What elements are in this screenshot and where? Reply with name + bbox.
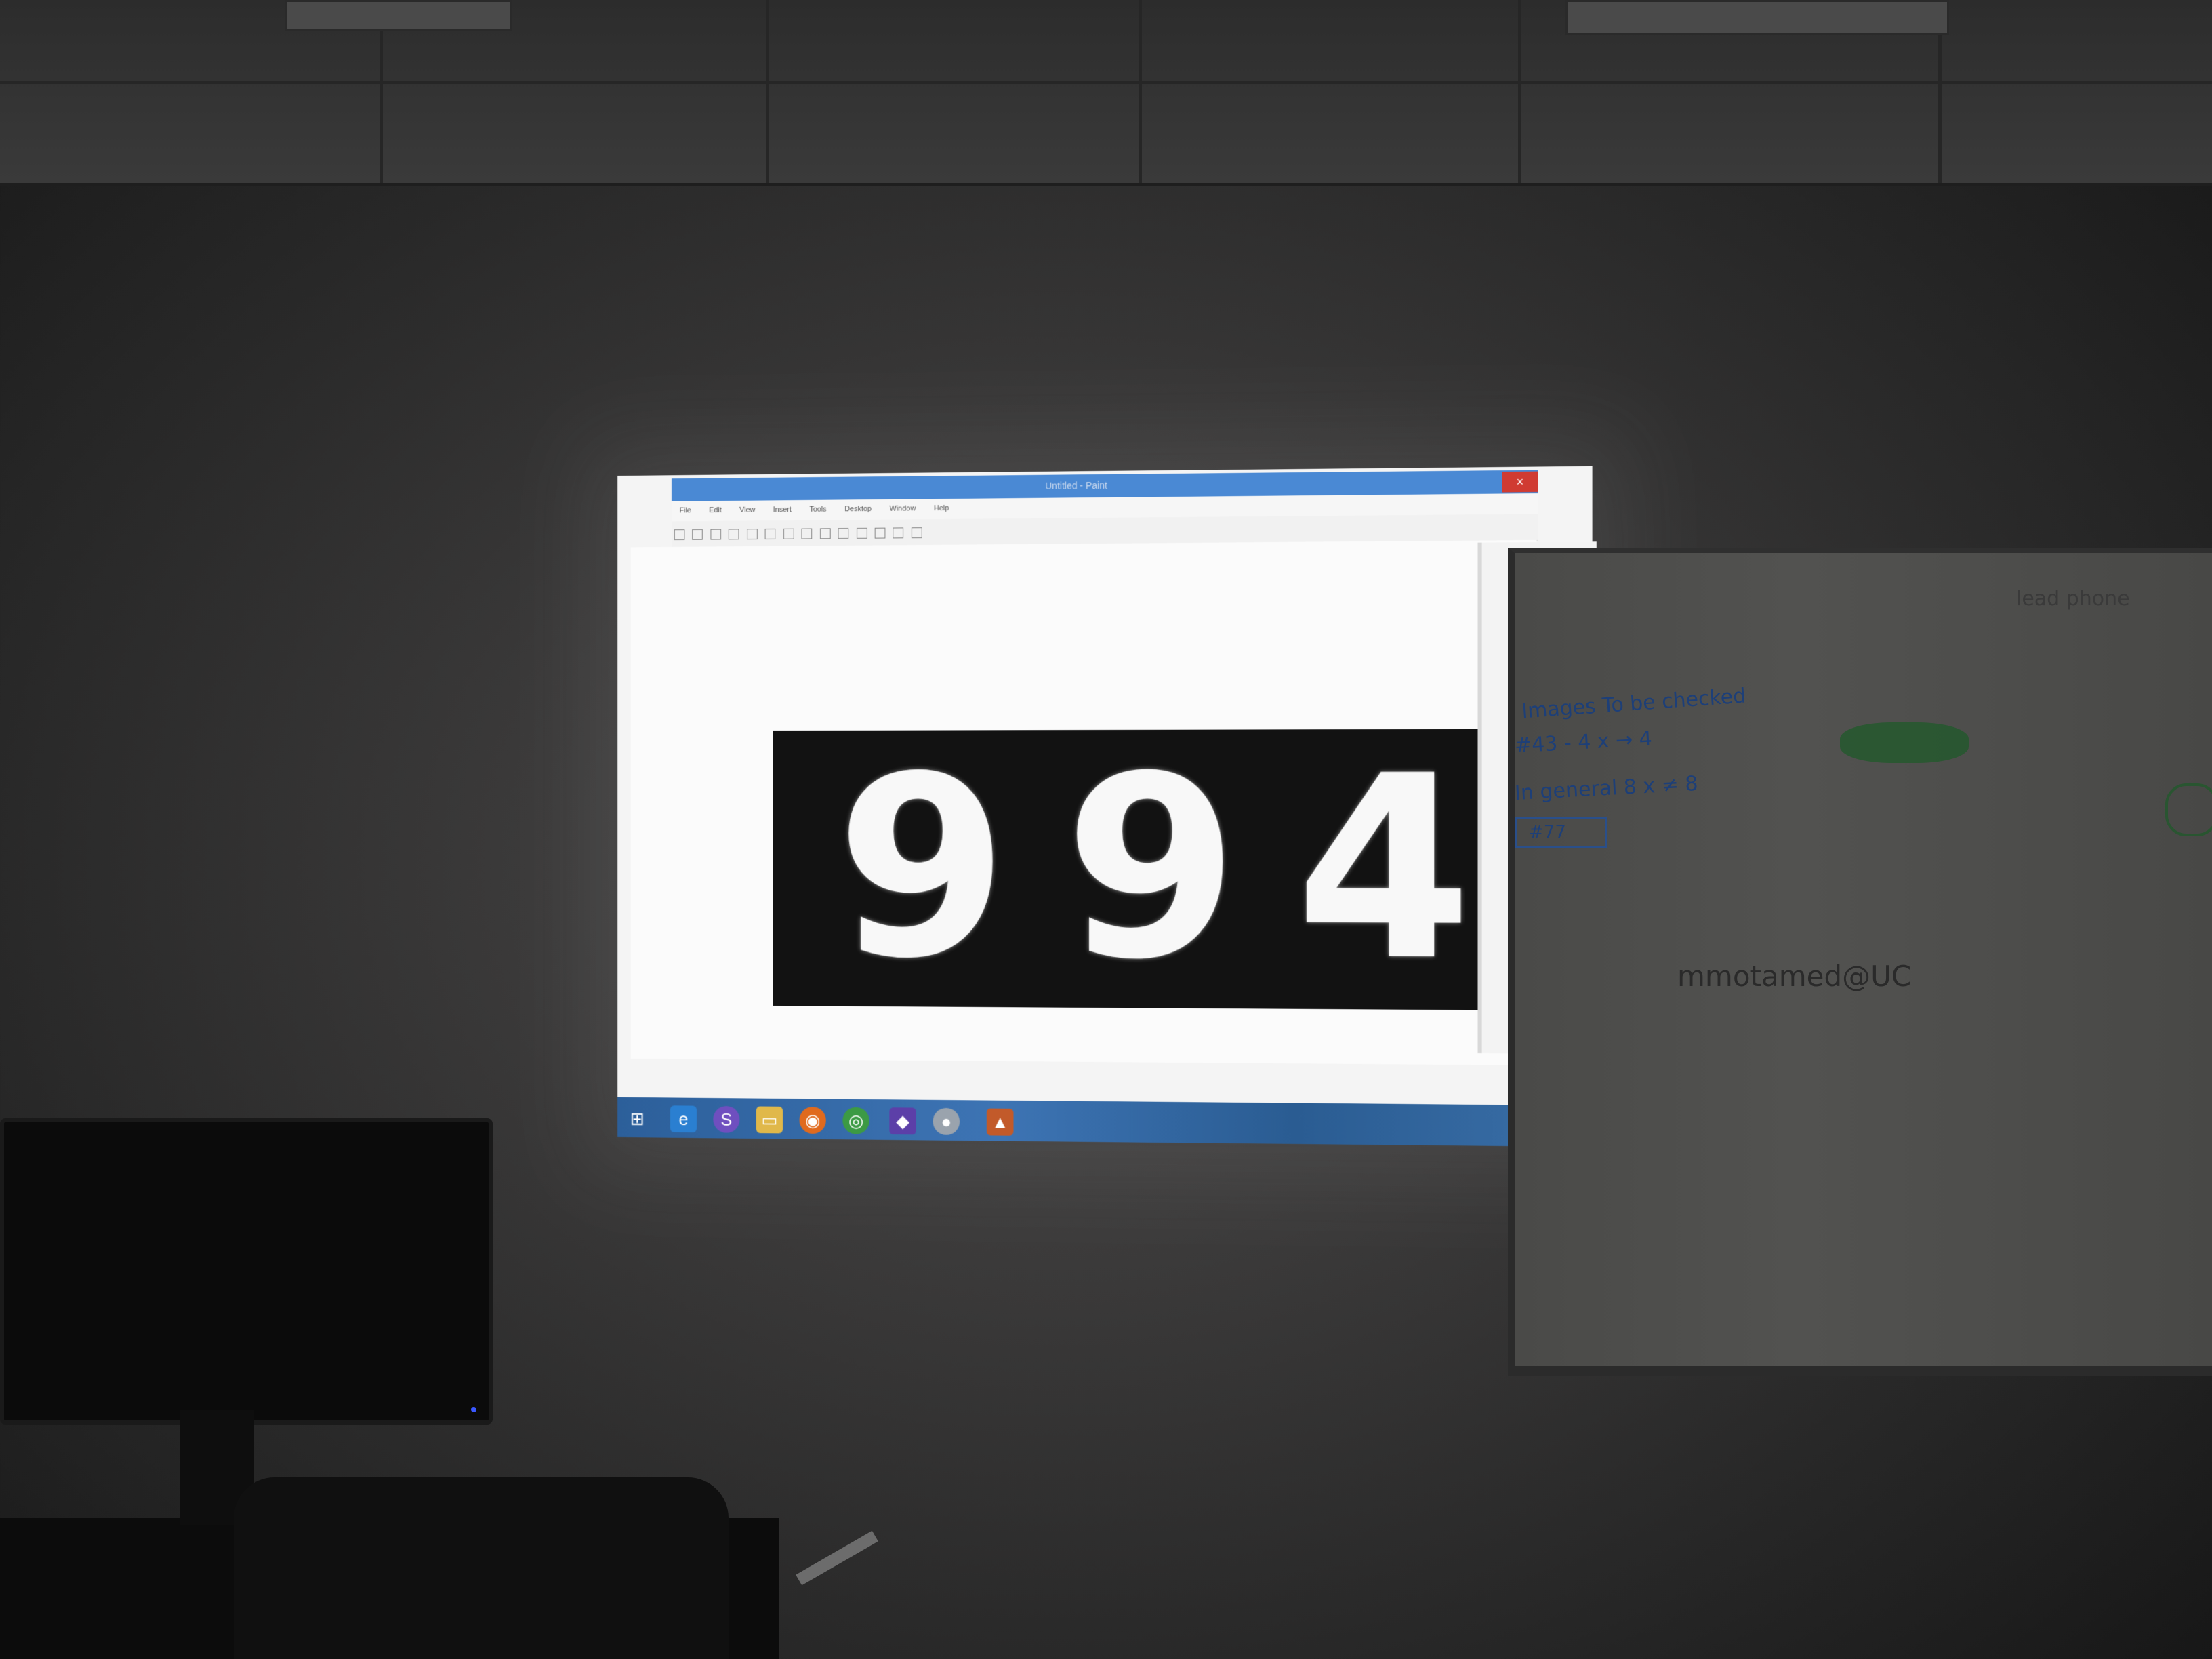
menu-item-desktop[interactable]: Desktop: [844, 505, 872, 513]
green-scribble: [1840, 722, 1969, 763]
computer-monitor: [0, 1118, 493, 1425]
app-icon[interactable]: ●: [933, 1108, 960, 1135]
matlab-icon[interactable]: ▲: [987, 1109, 1014, 1136]
brush-icon[interactable]: [857, 528, 867, 539]
skype-icon[interactable]: S: [713, 1106, 739, 1133]
legend-icon[interactable]: [893, 527, 904, 538]
colorbar-icon[interactable]: [875, 528, 886, 539]
digit-2: 9: [1064, 743, 1239, 996]
menu-item-window[interactable]: Window: [890, 504, 916, 512]
ceiling-vent: [285, 0, 512, 31]
metal-rail: [796, 1531, 878, 1586]
taskbar: ⊞ e S ▭ ◉ ◎ ◆ ● ▲: [617, 1097, 1592, 1147]
zoom-in-icon[interactable]: [765, 529, 776, 539]
close-button[interactable]: ×: [1502, 472, 1538, 493]
ceiling-tile-edge: [1139, 0, 1142, 183]
figure-canvas: 9 9 4: [631, 540, 1537, 1065]
ceiling: [0, 0, 2212, 186]
power-led: [471, 1407, 476, 1412]
cursor-icon[interactable]: [747, 529, 758, 539]
firefox-icon[interactable]: ◉: [800, 1107, 826, 1134]
save-icon[interactable]: [710, 529, 721, 540]
menu-item-view[interactable]: View: [739, 506, 755, 514]
menu-item-edit[interactable]: Edit: [709, 506, 722, 514]
new-file-icon[interactable]: [674, 529, 685, 540]
ceiling-tile-edge: [1518, 0, 1521, 183]
whiteboard-note-1: Images To be checked: [1521, 684, 1746, 723]
ceiling-tile-edge: [766, 0, 769, 183]
rotate-icon[interactable]: [820, 528, 831, 539]
ceiling-tile-edge: [0, 81, 2212, 84]
projected-screen: Untitled - Paint × File Edit View Insert…: [617, 466, 1592, 1147]
data-cursor-icon[interactable]: [838, 528, 849, 539]
internet-explorer-icon[interactable]: e: [670, 1105, 697, 1132]
ceiling-vent: [1565, 0, 1949, 35]
visual-studio-icon[interactable]: ◆: [889, 1107, 916, 1134]
whiteboard-note-3: In general 8 x ≠ 8: [1514, 772, 1698, 805]
whiteboard: Images To be checked #43 - 4 x → 4 In ge…: [1508, 548, 2212, 1376]
print-icon[interactable]: [729, 529, 739, 539]
chair: [234, 1477, 729, 1659]
window-title: Untitled - Paint: [1045, 480, 1107, 491]
whiteboard-box: #77: [1515, 817, 1607, 848]
zoom-out-icon[interactable]: [783, 529, 794, 539]
green-circle: [2165, 783, 2212, 836]
chrome-icon[interactable]: ◎: [842, 1107, 869, 1134]
whiteboard-box-text: #77: [1529, 822, 1566, 842]
menu-item-help[interactable]: Help: [934, 504, 949, 512]
menu-item-file[interactable]: File: [680, 506, 691, 514]
pan-icon[interactable]: [802, 529, 813, 539]
digit-image: 9 9 4: [773, 729, 1502, 1010]
whiteboard-note-top: lead phone: [2016, 587, 2130, 611]
menu-item-tools[interactable]: Tools: [809, 506, 826, 514]
open-file-icon[interactable]: [693, 529, 703, 540]
digit-1: 9: [836, 743, 1008, 994]
windows-start-icon[interactable]: ⊞: [624, 1105, 651, 1132]
whiteboard-email: mmotamed@UC: [1677, 960, 1911, 993]
hide-icon[interactable]: [912, 527, 922, 538]
whiteboard-note-2: #43 - 4 x → 4: [1514, 727, 1652, 758]
file-explorer-icon[interactable]: ▭: [756, 1106, 783, 1133]
menu-item-insert[interactable]: Insert: [773, 506, 792, 514]
digit-3: 4: [1295, 743, 1472, 996]
